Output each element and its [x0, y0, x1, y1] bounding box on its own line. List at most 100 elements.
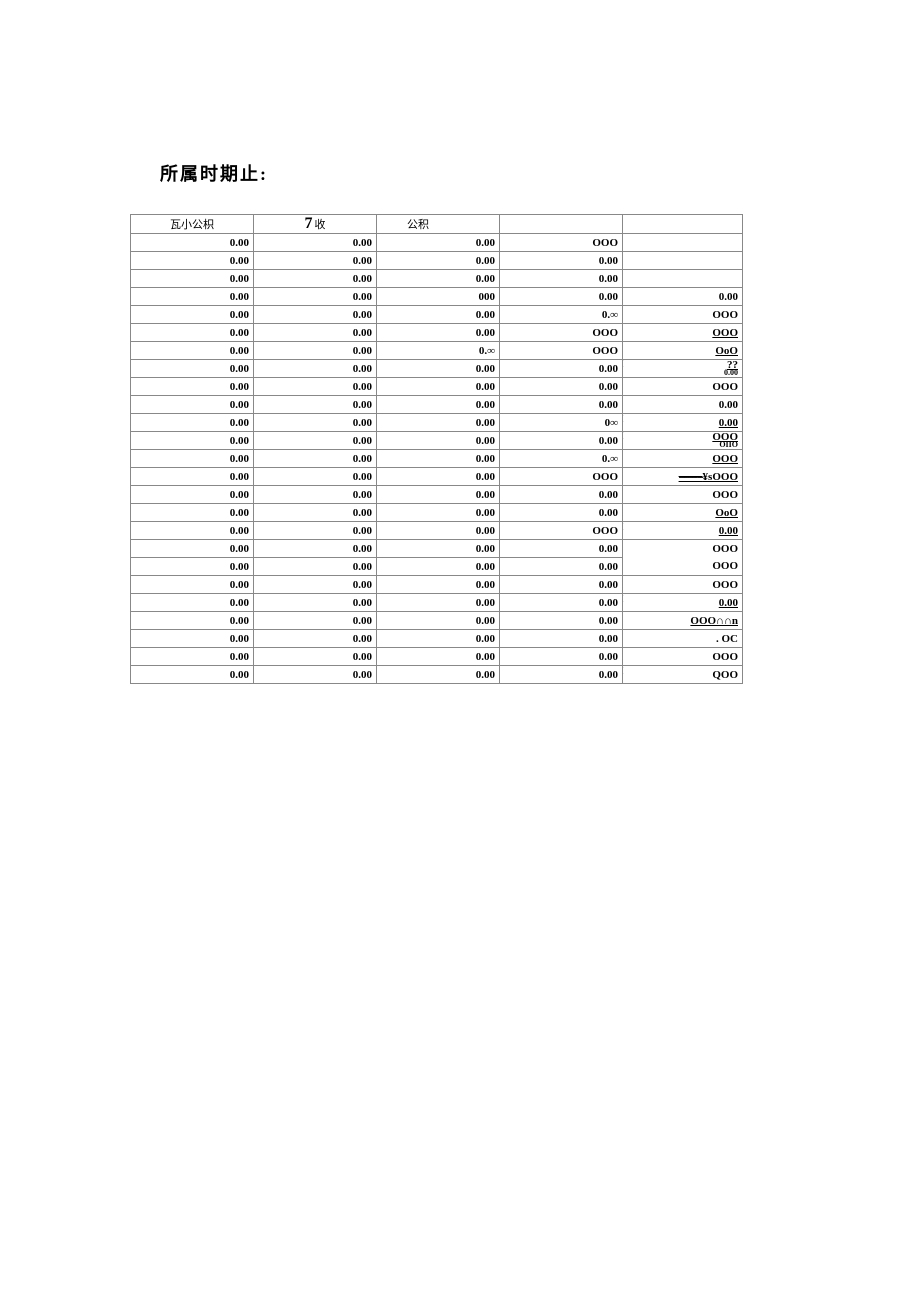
cell: OOO — [623, 450, 743, 468]
cell: 0.00 — [131, 252, 254, 270]
cell: 0.00 — [131, 432, 254, 450]
cell: 0.00 — [131, 594, 254, 612]
cell: 0.00 — [500, 504, 623, 522]
header-row: 瓦小公枳 7收 公积 — [131, 215, 743, 234]
hdr-c2: 公积 — [377, 215, 500, 234]
cell: OOO — [623, 576, 743, 594]
cell: 0.00 — [254, 252, 377, 270]
cell: 0.00 — [254, 414, 377, 432]
cell: 0.00 — [254, 468, 377, 486]
cell: 0.00 — [500, 576, 623, 594]
cell: 0.00 — [377, 558, 500, 576]
cell: 0.00 — [500, 630, 623, 648]
cell: 0.00 — [500, 432, 623, 450]
cell: 0.00 — [131, 234, 254, 252]
cell: 0.∞ — [377, 342, 500, 360]
cell: 0.00 — [131, 288, 254, 306]
table-row: 0.000.000.000.00 — [131, 270, 743, 288]
cell: 0.00 — [500, 612, 623, 630]
table-row: 0.000.000.00OOO---------¥sOOO — [131, 468, 743, 486]
hdr-c4 — [623, 215, 743, 234]
cell: 0.00 — [500, 378, 623, 396]
cell: 0.00 — [254, 450, 377, 468]
table-row: 0.000.000.000.00OOOOIIOI — [131, 432, 743, 450]
cell: 0.00 — [131, 522, 254, 540]
cell: 0.00 — [131, 342, 254, 360]
cell: 0.00 — [131, 270, 254, 288]
cell: 0.00 — [377, 576, 500, 594]
cell: 0.00 — [254, 342, 377, 360]
cell: 0.00 — [254, 576, 377, 594]
cell: 0.00 — [377, 270, 500, 288]
cell: QOOI — [623, 666, 743, 684]
cell: 0.00 — [254, 360, 377, 378]
cell: 0.00 — [254, 270, 377, 288]
cell — [623, 234, 743, 252]
cell: 0.00 — [377, 630, 500, 648]
cell: 0.00 — [377, 432, 500, 450]
cell: 0.∞ — [500, 450, 623, 468]
cell: 0.00 — [131, 396, 254, 414]
cell: 0.00 — [254, 558, 377, 576]
cell: 0.00 — [131, 378, 254, 396]
table-row: 0.000.000.000.00OOO — [131, 558, 743, 576]
table-row: 0.000.000.00OOOOOO — [131, 324, 743, 342]
cell: 0.00 — [500, 360, 623, 378]
cell: 0.00 — [254, 324, 377, 342]
cell: OOO — [623, 378, 743, 396]
cell: 0.00 — [377, 306, 500, 324]
cell: OOO — [500, 468, 623, 486]
table-row: 0.000.000.000.00OOO — [131, 486, 743, 504]
table-row: 0.000.000.000.000.00 — [131, 396, 743, 414]
cell: 0.00 — [131, 648, 254, 666]
cell: 0.00 — [377, 612, 500, 630]
table-row: 0.000.000.000.00 — [131, 252, 743, 270]
cell: 0.00 — [500, 558, 623, 576]
cell: 0.00 — [254, 432, 377, 450]
table-row: 0.000.000.000.∞OOO — [131, 450, 743, 468]
cell: 0.00 — [377, 360, 500, 378]
table-row: 0.000.000.000∞0.00I — [131, 414, 743, 432]
cell: 0.00 — [377, 522, 500, 540]
table-row: 0.000.000.000.∞OOO — [131, 306, 743, 324]
cell: 0.00 — [500, 648, 623, 666]
cell: OOOOIIOI — [623, 432, 743, 450]
table-row: 0.000.000.000.00OOO — [131, 576, 743, 594]
table-row: 0.000.000.000.000.00I — [131, 594, 743, 612]
cell: ---------¥sOOO — [623, 468, 743, 486]
cell: 0.00 — [500, 666, 623, 684]
cell: 0.00 — [500, 270, 623, 288]
table-row: 0.000.000.000.00OOO — [131, 540, 743, 558]
cell: 0.00 — [131, 324, 254, 342]
cell: 0.00 — [500, 288, 623, 306]
cell: 0.00 — [254, 630, 377, 648]
cell: 0.00 — [377, 486, 500, 504]
cell: 0.00 — [131, 486, 254, 504]
cell: OOO — [623, 558, 743, 576]
cell: 0.00 — [377, 378, 500, 396]
cell: 0.00 — [623, 396, 743, 414]
cell: 0.00I — [623, 522, 743, 540]
cell — [623, 270, 743, 288]
cell: 0.00 — [500, 396, 623, 414]
cell: 0.00 — [131, 450, 254, 468]
cell: 000 — [377, 288, 500, 306]
cell: 0.00 — [377, 414, 500, 432]
cell — [623, 252, 743, 270]
cell: ??0.00I — [623, 360, 743, 378]
cell: 0.00 — [254, 396, 377, 414]
table-row: 0.000.000.000.00OoO — [131, 504, 743, 522]
cell: 0.00 — [623, 288, 743, 306]
cell: 0.00 — [254, 666, 377, 684]
cell: 0.00 — [254, 612, 377, 630]
table-row: 0.000.000.000.00??0.00I — [131, 360, 743, 378]
cell: 0.00I — [623, 414, 743, 432]
cell: OOO — [623, 648, 743, 666]
cell: 0.00 — [377, 234, 500, 252]
table-row: 0.000.000.000.00OOO — [131, 648, 743, 666]
cell: 0.00 — [131, 468, 254, 486]
cell: 0.00 — [377, 504, 500, 522]
cell: 0.00 — [377, 468, 500, 486]
hdr-c0: 瓦小公枳 — [131, 215, 254, 234]
table-row: 0.000.000.000.00QOOI — [131, 666, 743, 684]
